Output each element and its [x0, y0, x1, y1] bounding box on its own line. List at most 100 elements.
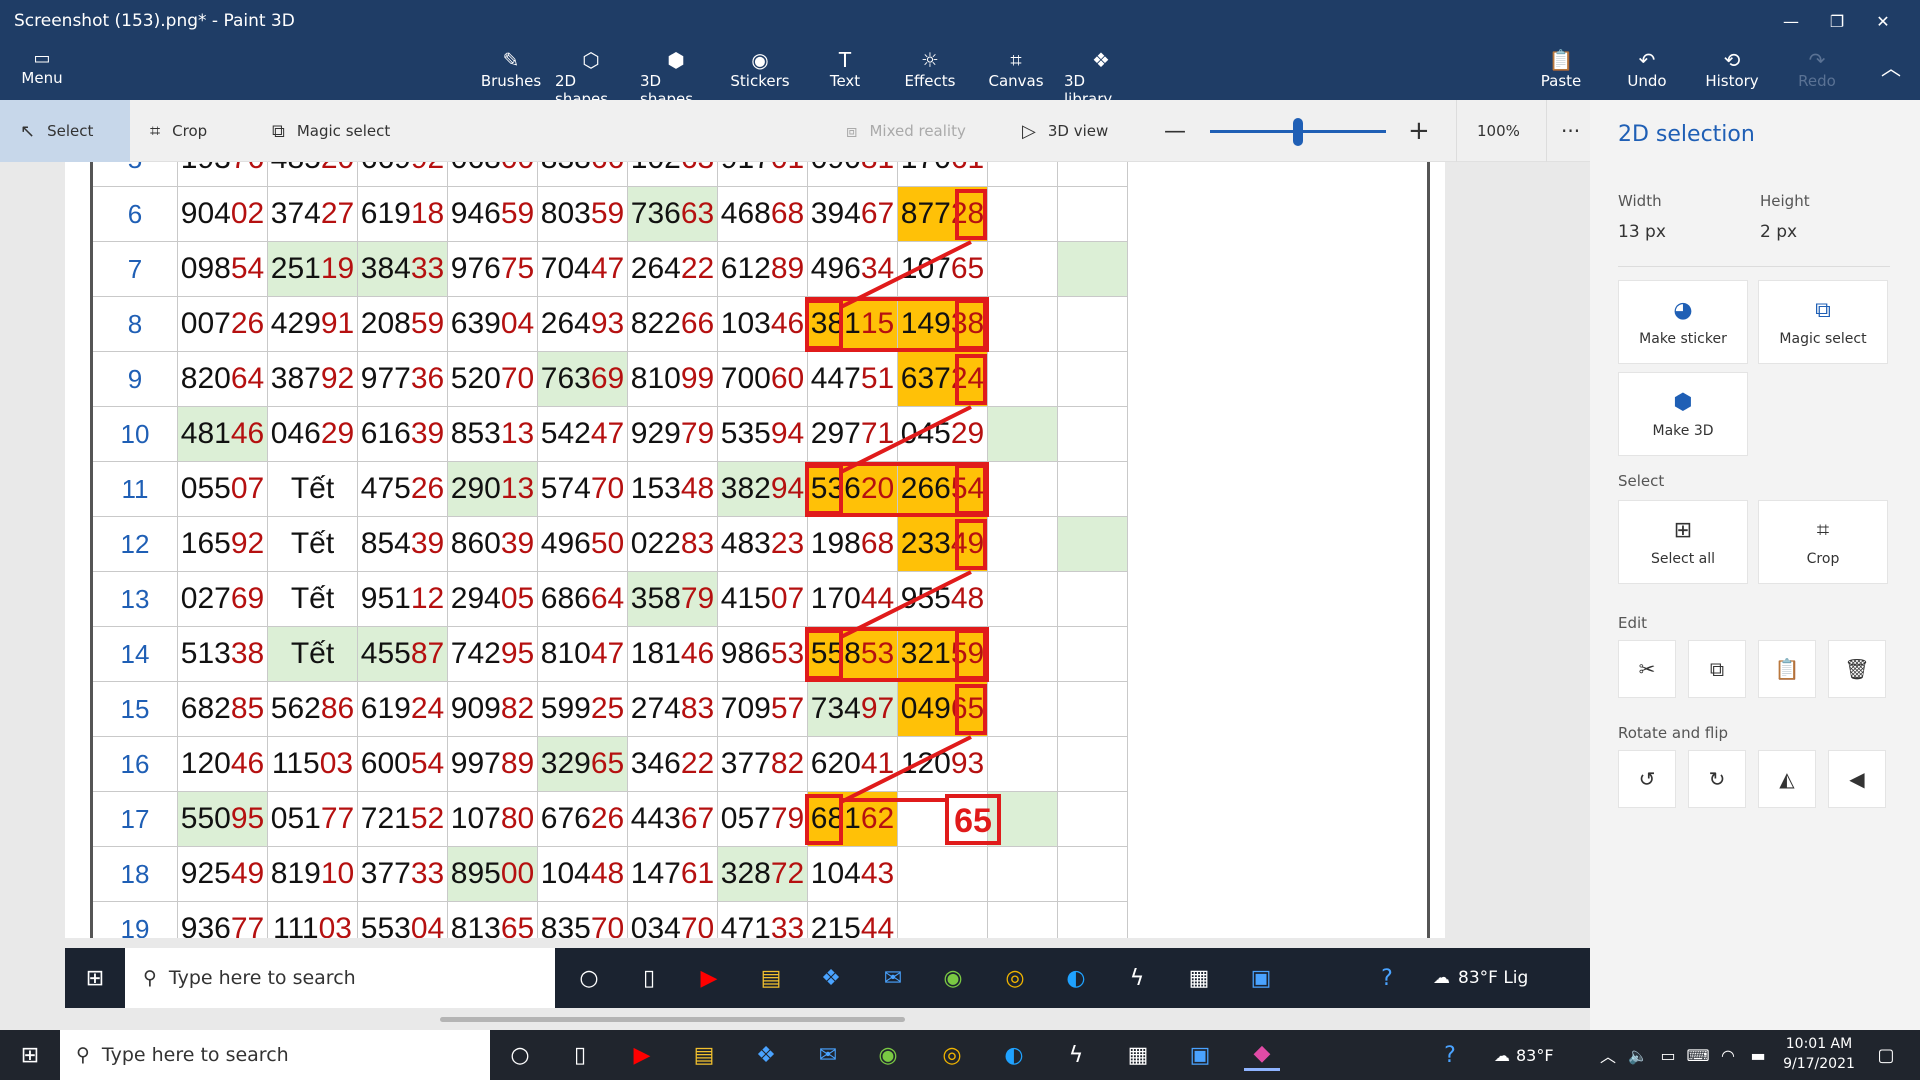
cut-icon[interactable]: ✂ [1618, 640, 1676, 698]
zoom-slider-thumb[interactable] [1293, 118, 1303, 146]
table-cell: 274 83 [628, 682, 718, 737]
dropbox-icon[interactable]: ❖ [748, 1039, 784, 1071]
table-cell: 057 79 [718, 792, 808, 847]
table-cell: 637 24 [898, 352, 988, 407]
screenshot-taskbar: ⊞ ⚲ Type here to search ○ ▯ ▶ ▤ ❖ ✉ ◉ ◎ ◐… [65, 948, 1590, 1008]
mixed-reality-button[interactable]: ⧈ Mixed reality [846, 100, 966, 162]
table-cell: 415 07 [718, 572, 808, 627]
file-explorer-icon[interactable]: ▤ [686, 1039, 722, 1071]
close-button[interactable]: ✕ [1860, 6, 1906, 36]
undo-button[interactable]: ↶ Undo [1622, 48, 1672, 98]
row-index: 10 [93, 407, 178, 462]
table-cell [988, 242, 1058, 297]
select-all-icon: ⊞ [1673, 517, 1693, 543]
copy-icon[interactable]: ⧉ [1688, 640, 1746, 698]
timeline-icon[interactable]: ▯ [562, 1039, 598, 1071]
canvas-button[interactable]: ⌗ Canvas [986, 48, 1046, 98]
rotate-left-icon[interactable]: ↺ [1618, 750, 1676, 808]
make-3d-button[interactable]: ⬢ Make 3D [1618, 372, 1748, 456]
table-cell [988, 407, 1058, 462]
battery-icon[interactable]: ▬ [1740, 1039, 1776, 1071]
table-cell: 387 92 [268, 352, 358, 407]
make-sticker-button[interactable]: ◕ Make sticker [1618, 280, 1748, 364]
youtube-icon[interactable]: ▶ [624, 1039, 660, 1071]
table-cell: 19376 [178, 162, 268, 187]
windows-start-icon[interactable]: ⊞ [12, 1039, 48, 1071]
select-all-button[interactable]: ⊞ Select all [1618, 500, 1748, 584]
select-tool[interactable]: ↖ Select [0, 100, 130, 162]
magic-select-button[interactable]: ⧉ Magic select [1758, 280, 1888, 364]
minimize-button[interactable]: — [1768, 6, 1814, 36]
stickers-button[interactable]: ◉ Stickers [728, 48, 792, 98]
paste-button[interactable]: 📋 Paste [1536, 48, 1586, 98]
table-cell: 48520 [268, 162, 358, 187]
effects-button[interactable]: ☼ Effects [902, 48, 958, 98]
table-cell [1058, 462, 1128, 517]
crop-icon: ⌗ [1816, 517, 1830, 543]
rotate-right-icon[interactable]: ↻ [1688, 750, 1746, 808]
chrome-icon[interactable]: ◎ [934, 1039, 970, 1071]
help-icon[interactable]: ? [1432, 1039, 1468, 1071]
table-cell: 496 50 [538, 517, 628, 572]
3d-view-button[interactable]: ▷ 3D view [1022, 100, 1108, 162]
table-cell: 704 47 [538, 242, 628, 297]
more-options-button[interactable]: ··· [1546, 100, 1580, 162]
table-cell: 936 77 [178, 902, 268, 938]
task-view-icon[interactable]: ○ [502, 1039, 538, 1071]
crop-tool[interactable]: ⌗ Crop [150, 100, 207, 162]
taskbar-search-box[interactable]: ⚲ Type here to search [60, 1030, 490, 1080]
table-cell: 562 86 [268, 682, 358, 737]
select-section-label: Select [1618, 472, 1665, 490]
row-index: 16 [93, 737, 178, 792]
width-value[interactable]: 13 px [1618, 222, 1666, 242]
flip-horizontal-icon[interactable]: ◀ [1828, 750, 1886, 808]
app-icon[interactable]: ◉ [870, 1039, 906, 1071]
zoom-out-button[interactable]: — [1164, 100, 1186, 162]
clock[interactable]: 10:01 AM 9/17/2021 [1774, 1034, 1864, 1074]
delete-icon[interactable]: 🗑 [1828, 640, 1886, 698]
horizontal-scrollbar[interactable] [440, 1017, 905, 1022]
3d-library-button[interactable]: ❖ 3D library [1064, 48, 1138, 108]
bolt-icon[interactable]: ϟ [1058, 1039, 1094, 1071]
crop-button[interactable]: ⌗ Crop [1758, 500, 1888, 584]
height-value[interactable]: 2 px [1760, 222, 1797, 242]
collapse-ribbon-button[interactable]: ︿ [1876, 56, 1906, 106]
brushes-button[interactable]: ✎ Brushes [478, 48, 544, 98]
flip-vertical-icon[interactable]: ◭ [1758, 750, 1816, 808]
text-button[interactable]: T Text [820, 48, 870, 98]
zoom-in-button[interactable]: + [1408, 100, 1430, 162]
table-cell: 358 79 [628, 572, 718, 627]
2d-shapes-button[interactable]: ⬡ 2D shapes [555, 48, 627, 108]
table-cell: 377 33 [358, 847, 448, 902]
paste-icon[interactable]: 📋 [1758, 640, 1816, 698]
table-cell: 977 36 [358, 352, 448, 407]
table-cell: 550 95 [178, 792, 268, 847]
table-cell [988, 352, 1058, 407]
chrome-icon: ◎ [1005, 965, 1025, 991]
photos-icon[interactable]: ▣ [1182, 1039, 1218, 1071]
chevron-up-icon: ︿ [1881, 56, 1901, 80]
maximize-button[interactable]: ❐ [1814, 6, 1860, 36]
canvas-area[interactable]: 5193764852066992068008386610263917010908… [0, 162, 1590, 1030]
mail-icon[interactable]: ✉ [810, 1039, 846, 1071]
edge-icon[interactable]: ◐ [996, 1039, 1032, 1071]
pasted-screenshot[interactable]: 5193764852066992068008386610263917010908… [65, 162, 1445, 938]
menu-button[interactable]: ▭ Menu [12, 48, 72, 94]
file-explorer-icon: ▤ [760, 965, 782, 991]
history-button[interactable]: ⟲ History [1702, 48, 1762, 98]
table-cell: 447 51 [808, 352, 898, 407]
magic-select-tool[interactable]: ⧉ Magic select [272, 100, 390, 162]
table-cell: 91701 [718, 162, 808, 187]
notification-icon[interactable]: ▢ [1868, 1039, 1904, 1071]
table-cell [1058, 162, 1128, 187]
weather-widget[interactable]: ☁ 83°F [1494, 1039, 1584, 1071]
history-icon: ⟲ [1723, 48, 1741, 72]
bolt-icon: ϟ [1129, 965, 1145, 991]
redo-button[interactable]: ↷ Redo [1794, 48, 1840, 98]
network-app-icon[interactable]: ▦ [1120, 1039, 1156, 1071]
paint3d-icon[interactable]: ◆ [1244, 1039, 1280, 1071]
brush-icon: ✎ [502, 48, 520, 72]
table-cell: 034 70 [628, 902, 718, 938]
width-label: Width [1618, 192, 1662, 210]
3d-shapes-button[interactable]: ⬢ 3D shapes [640, 48, 712, 108]
